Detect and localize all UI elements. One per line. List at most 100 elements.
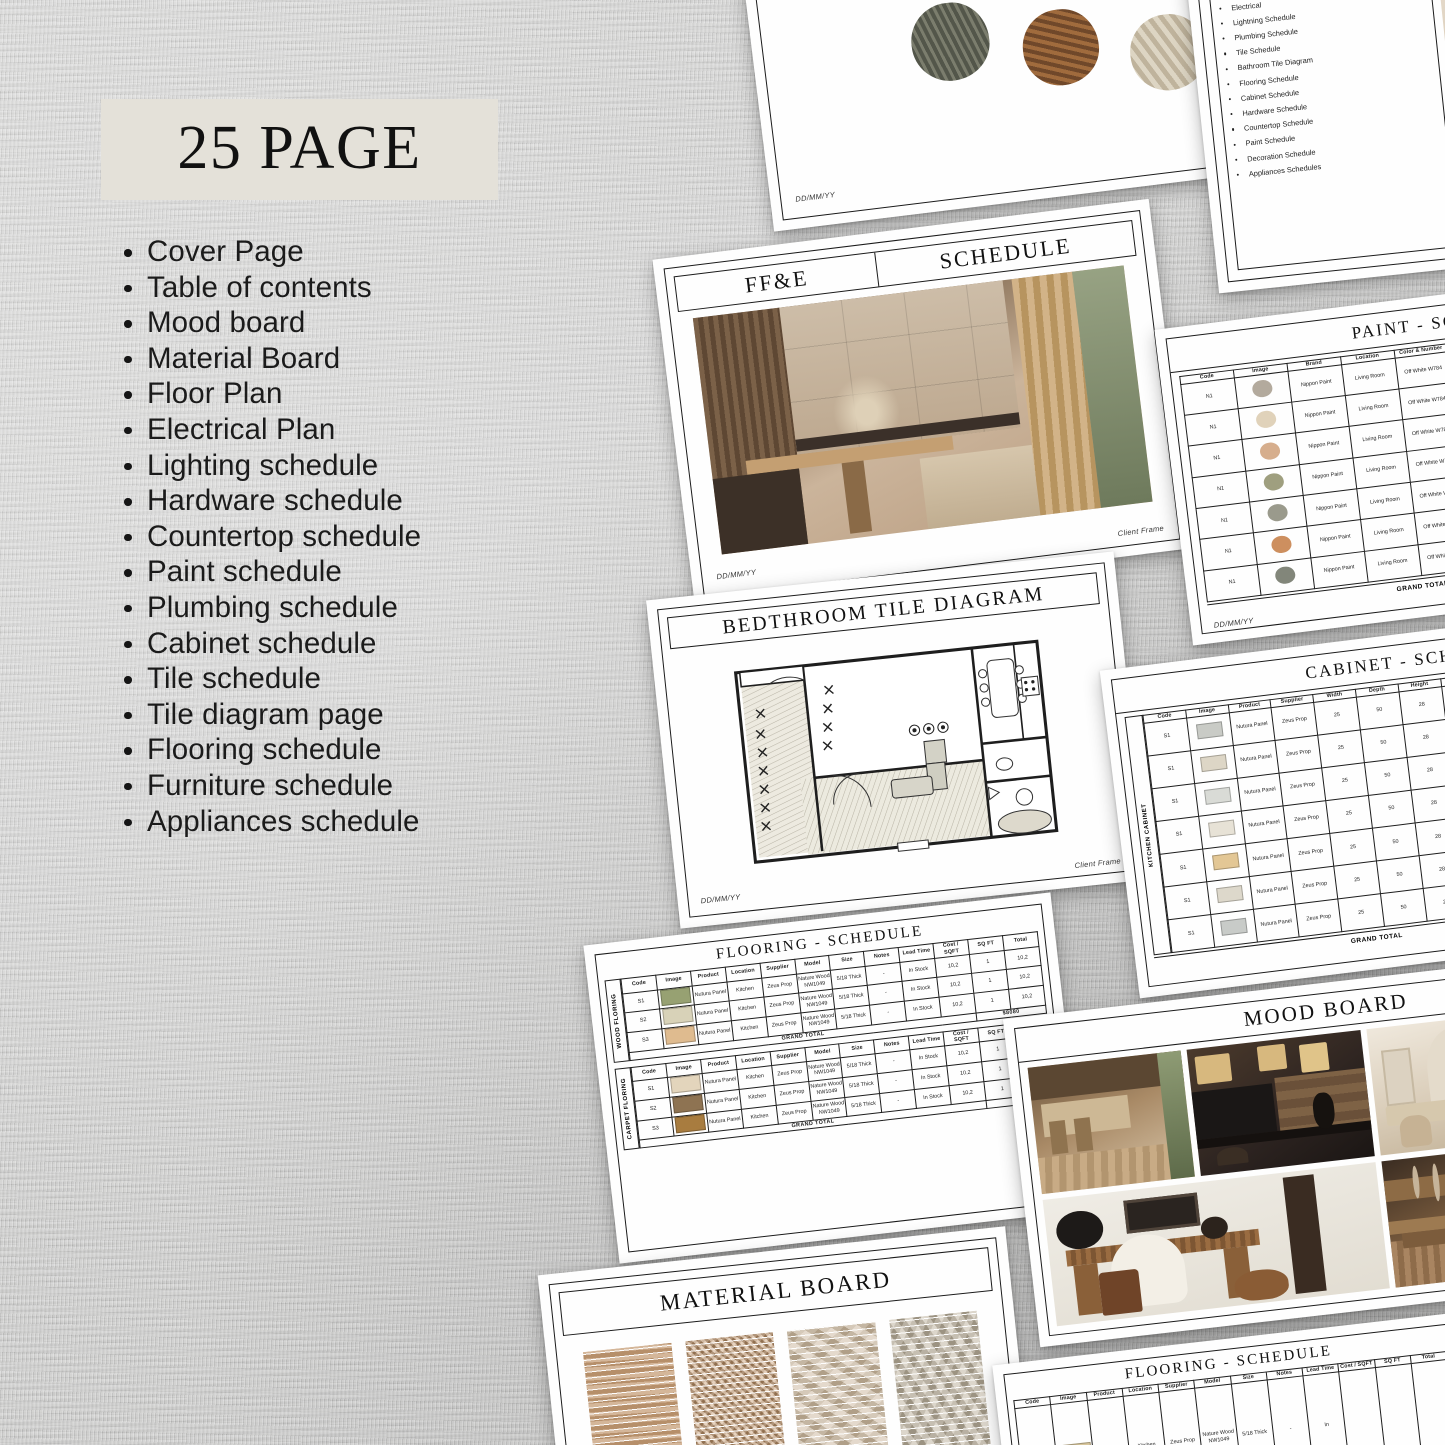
- material-swatch-inner: [786, 1321, 894, 1445]
- material-swatch: [684, 1332, 793, 1445]
- supplier-cell: Zeus Prop: [1271, 702, 1318, 741]
- sheet-border: FF&E SCHEDULE DD/MM/YY Client Frame: [663, 209, 1181, 599]
- width-cell: 25: [1313, 696, 1361, 735]
- width-cell: 25: [1333, 860, 1381, 899]
- grand-total-label: GRAND TOTAL: [1350, 931, 1404, 946]
- page-list-item: Paint schedule: [122, 554, 542, 590]
- depth-cell: 50: [1364, 757, 1411, 796]
- product-cell: Nutura Panel: [1253, 904, 1300, 943]
- material-swatch-inner: [582, 1342, 692, 1445]
- content-list-box: MoodboardMaterialsFloorplanElectricalLig…: [1203, 0, 1445, 271]
- sheet-tile-diagram[interactable]: BEDTHROOM TILE DIAGRAM DD/MM/YY Client F…: [646, 551, 1148, 929]
- code-cell: S1: [1147, 750, 1195, 789]
- page-list-item: Floor Plan: [122, 376, 542, 412]
- page-list-item: Cover Page: [122, 234, 542, 270]
- page-list-item: Furniture schedule: [122, 768, 542, 804]
- sheet-border: PAINT - SCHEDULE Code Image Brand Location C…: [1165, 283, 1445, 635]
- page-list-item: Plumbing schedule: [122, 590, 542, 626]
- page-list-item: Hardware schedule: [122, 483, 542, 519]
- code-cell: S1: [1155, 816, 1203, 855]
- content-list: MoodboardMaterialsFloorplanElectricalLig…: [1212, 0, 1443, 183]
- color-swatch: [1195, 721, 1224, 740]
- paint-title: PAINT - SCHEDULE: [1350, 300, 1445, 343]
- material-board-swatches: [582, 1310, 997, 1445]
- sheet-border: CONTENT MoodboardMaterialsFloorplanElect…: [1186, 0, 1445, 283]
- width-cell: 25: [1325, 795, 1373, 834]
- code-cell: S1: [1159, 848, 1207, 887]
- code-cell: S1: [1151, 783, 1199, 822]
- product-cell: Nutura Panel: [1236, 772, 1284, 811]
- product-cell: Nutura Panel: [1240, 805, 1288, 844]
- ffe-photo: [692, 265, 1153, 555]
- color-number-cell: Off White W784: [1409, 475, 1445, 514]
- page-list-item: Lighting schedule: [122, 448, 542, 484]
- swatch-cell: [1210, 909, 1258, 948]
- color-swatch: [659, 986, 692, 1006]
- color-swatch: [671, 1093, 704, 1114]
- page-list-item: Mood board: [122, 305, 542, 341]
- width-cell: 25: [1317, 729, 1365, 768]
- page-list-item: Countertop schedule: [122, 519, 542, 555]
- sheet-table-of-contents[interactable]: CONTENT MoodboardMaterialsFloorplanElect…: [1175, 0, 1445, 294]
- ffe-title-left: FF&E: [743, 265, 810, 298]
- swatch-cell: [1186, 712, 1233, 751]
- supplier-cell: Zeus Prop: [1291, 866, 1338, 905]
- supplier-cell: Zeus Prop: [1275, 734, 1322, 773]
- height-cell: 28: [1418, 850, 1445, 889]
- swatch-cell: [1190, 745, 1237, 784]
- color-swatch: [674, 1113, 706, 1133]
- floorplan-svg: [733, 639, 1059, 864]
- brand-cell: Nippon Paint: [1310, 551, 1368, 589]
- mood-board-grid: [1027, 1015, 1445, 1327]
- color-number-cell: Off White W784: [1417, 537, 1445, 576]
- sheet-cabinet-schedule[interactable]: CABINET - SCHEDULE KITCHEN CABINET Code I…: [1099, 611, 1445, 999]
- color-swatch: [1266, 503, 1289, 523]
- mood-photo-dark-shelf: [1186, 1029, 1376, 1176]
- color-swatch: [664, 1025, 696, 1045]
- height-cell: 28: [1414, 817, 1445, 856]
- cabinet-title: CABINET - SCHEDULE: [1304, 636, 1445, 683]
- code-cell: S1: [1143, 717, 1191, 756]
- sheet-border: MATERIAL BOARD: [548, 1237, 1026, 1445]
- color-swatch: [1255, 410, 1278, 430]
- page-list-item: Appliances schedule: [122, 804, 542, 840]
- sheet-paint-schedule[interactable]: PAINT - SCHEDULE Code Image Brand Location C…: [1154, 272, 1445, 646]
- depth-cell: 50: [1356, 691, 1403, 730]
- color-swatch: [1251, 378, 1274, 399]
- sheet-mood-board[interactable]: MOOD BOARD: [1002, 962, 1445, 1348]
- sheet-footer-date: DD/MM/YY: [794, 189, 836, 204]
- color-number-cell: Off White W784: [1413, 506, 1445, 545]
- swatch-cell: [1198, 810, 1245, 849]
- sheet-footer-date: DD/MM/YY: [715, 567, 757, 582]
- color-swatch: [1199, 753, 1228, 773]
- page-count-banner: 25 PAGE: [101, 99, 498, 200]
- width-cell: 25: [1337, 893, 1385, 932]
- supplier-cell: Zeus Prop: [1287, 833, 1334, 872]
- sheet-footer-client: Client Frame: [1117, 523, 1165, 539]
- page-list-item: Electrical Plan: [122, 412, 542, 448]
- product-cell: Nutura Panel: [1248, 871, 1296, 910]
- sheet-border: CABINET - SCHEDULE KITCHEN CABINET Code I…: [1110, 622, 1445, 988]
- sheet-ffe-schedule[interactable]: FF&E SCHEDULE DD/MM/YY Client Frame: [652, 198, 1192, 610]
- page-list-item: Flooring schedule: [122, 732, 542, 768]
- depth-cell: 50: [1360, 724, 1407, 763]
- product-cell: Nutura Panel: [1232, 740, 1280, 779]
- floor-plan-drawing: [719, 621, 1076, 875]
- mood-photo-kitchen-island: [1027, 1050, 1196, 1195]
- page-list-item: Material Board: [122, 341, 542, 377]
- height-cell: 28: [1406, 752, 1445, 791]
- location-cell: Living Room: [1364, 544, 1422, 583]
- color-number-cell: Off White W784: [1398, 382, 1445, 421]
- color-number-cell: Off White W784: [1402, 413, 1445, 452]
- height-cell: 28: [1398, 686, 1445, 725]
- swatch-walnut-parquet: [1018, 4, 1104, 90]
- swatch-cell: [1206, 876, 1254, 915]
- mood-photo-arched-living-room: [1366, 1015, 1445, 1156]
- swatch-cell: [1202, 843, 1249, 882]
- sheet-border: FLOORING - SCHEDULE WOOD FLORING Code Imag…: [594, 903, 1076, 1253]
- height-cell: 28: [1402, 719, 1445, 758]
- color-swatch: [1259, 441, 1282, 461]
- color-number-cell: Off White W784: [1406, 444, 1445, 483]
- swatch-dark-stone-mix: [906, 0, 994, 86]
- sheet-footer-date: DD/MM/YY: [700, 892, 741, 906]
